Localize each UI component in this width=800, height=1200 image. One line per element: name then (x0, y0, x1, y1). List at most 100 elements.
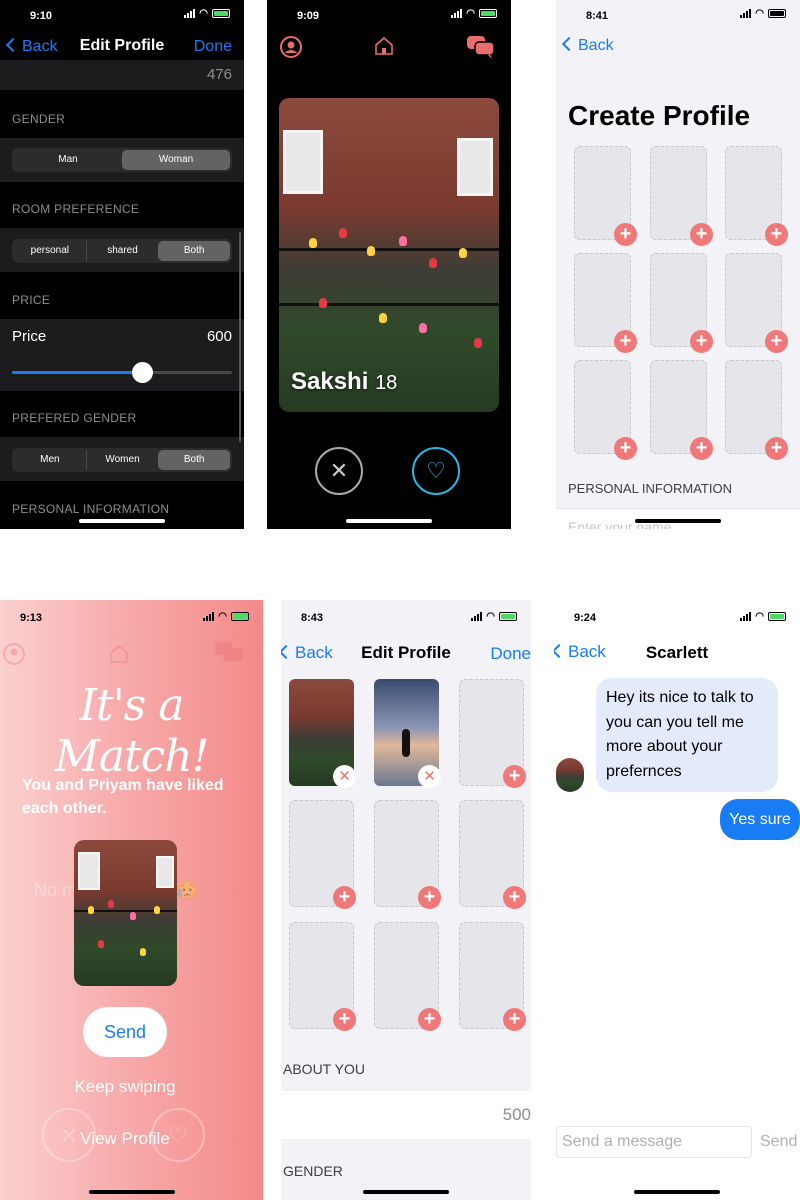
preferred-gender-section-header: PREFERED GENDER (12, 411, 137, 425)
scrollbar[interactable] (239, 232, 241, 442)
signal-icon (184, 9, 196, 18)
battery-icon (768, 612, 786, 621)
status-time: 9:09 (297, 10, 320, 22)
about-section-header: ABOUT YOU (283, 1061, 365, 1077)
signal-icon (740, 9, 752, 18)
room-section-header: ROOM PREFERENCE (12, 202, 140, 216)
personal-info-section-header: PERSONAL INFORMATION (568, 481, 732, 496)
wifi-icon: ◠ (755, 8, 764, 19)
price-slider-knob[interactable] (131, 362, 153, 383)
chevron-left-icon (561, 36, 577, 52)
status-time: 8:41 (586, 10, 609, 22)
battery-icon (479, 9, 497, 18)
segment-shared[interactable]: shared (87, 241, 159, 261)
status-bar: 8:41 ◠ (556, 0, 800, 32)
dislike-button[interactable]: ✕ (315, 447, 363, 495)
home-icon (110, 644, 128, 663)
signal-icon (203, 612, 215, 621)
signal-icon (740, 612, 752, 621)
personal-info-section-header: PERSONAL INFORMATION (12, 502, 170, 516)
gender-segmented-control[interactable]: Man Woman (12, 148, 232, 172)
status-bar: 9:09 ◠ (267, 0, 511, 32)
home-indicator (635, 519, 721, 523)
price-slider[interactable] (12, 362, 232, 383)
add-photo-icon[interactable]: + (614, 223, 637, 246)
add-photo-icon[interactable]: + (333, 1008, 356, 1031)
done-button[interactable]: Done (194, 38, 232, 56)
message-input[interactable]: Send a message (556, 1126, 752, 1158)
segment-women[interactable]: Women (87, 450, 159, 470)
heart-icon: ♡ (426, 458, 446, 483)
add-photo-icon[interactable]: + (503, 1008, 526, 1031)
home-icon[interactable] (372, 34, 396, 58)
price-label: Price (12, 328, 47, 345)
home-indicator (363, 1190, 449, 1194)
profile-photo (279, 98, 499, 412)
about-value: 500 (502, 1105, 531, 1124)
outgoing-message: Yes sure (720, 799, 800, 840)
back-button[interactable]: Back (561, 36, 614, 55)
done-button[interactable]: Done (490, 644, 531, 664)
matched-profile-photo (74, 840, 177, 986)
remove-photo-icon[interactable]: ✕ (333, 765, 356, 788)
segment-both[interactable]: Both (158, 241, 231, 261)
edit-profile-dark-screen: 9:10 ◠ Back Edit Profile Done 476 GENDER… (0, 0, 244, 529)
gender-section-header: GENDER (283, 1163, 343, 1179)
preferred-gender-segmented-control[interactable]: Men Women Both (12, 448, 232, 472)
match-screen: 9:13 ◠ No more profiles. 😥 It's a Match!… (0, 600, 263, 1200)
profile-card[interactable]: Sakshi 18 (279, 98, 499, 412)
price-section-header: PRICE (12, 293, 51, 307)
send-message-button[interactable]: Send (83, 1007, 167, 1057)
page-title: Create Profile (568, 100, 751, 131)
add-photo-icon[interactable]: + (418, 1008, 441, 1031)
add-photo-icon[interactable]: + (765, 330, 788, 353)
add-photo-icon[interactable]: + (418, 886, 441, 909)
status-bar: 9:10 ◠ (0, 0, 244, 32)
battery-icon (231, 612, 249, 621)
keep-swiping-button[interactable]: Keep swiping (0, 1077, 250, 1097)
add-photo-icon[interactable]: + (765, 437, 788, 460)
battery-icon (768, 9, 786, 18)
add-photo-icon[interactable]: + (333, 886, 356, 909)
profile-icon[interactable] (280, 36, 302, 58)
chat-icon (215, 642, 243, 661)
segment-personal[interactable]: personal (14, 241, 87, 261)
home-indicator (88, 1190, 175, 1194)
top-value: 476 (206, 66, 232, 83)
wifi-icon: ◠ (466, 8, 475, 19)
price-row: Price 600 (0, 319, 244, 391)
segment-woman[interactable]: Woman (122, 150, 230, 170)
view-profile-button[interactable]: View Profile (0, 1129, 250, 1149)
status-bar: 9:24 ◠ (554, 600, 800, 632)
add-photo-icon[interactable]: + (503, 765, 526, 788)
add-photo-icon[interactable]: + (614, 437, 637, 460)
wifi-icon: ◠ (755, 611, 764, 622)
gender-section-header: GENDER (12, 112, 66, 126)
chat-icon[interactable] (466, 34, 496, 60)
add-photo-icon[interactable]: + (690, 223, 713, 246)
segment-man[interactable]: Man (14, 150, 122, 170)
add-photo-icon[interactable]: + (503, 886, 526, 909)
battery-icon (212, 9, 230, 18)
signal-icon (471, 612, 483, 621)
add-photo-icon[interactable]: + (765, 223, 788, 246)
wifi-icon: ◠ (199, 8, 208, 19)
add-photo-icon[interactable]: + (690, 330, 713, 353)
status-time: 9:24 (574, 612, 597, 624)
home-indicator (634, 1190, 720, 1194)
add-photo-icon[interactable]: + (614, 330, 637, 353)
room-segmented-control[interactable]: personal shared Both (12, 239, 232, 263)
wifi-icon: ◠ (486, 611, 495, 622)
wifi-icon: ◠ (218, 611, 227, 622)
add-photo-icon[interactable]: + (690, 437, 713, 460)
like-button[interactable]: ♡ (412, 447, 460, 495)
profile-icon (3, 643, 25, 665)
remove-photo-icon[interactable]: ✕ (418, 765, 441, 788)
segment-men[interactable]: Men (14, 450, 87, 470)
status-time: 9:10 (30, 10, 53, 22)
about-field[interactable]: 500 (281, 1091, 531, 1139)
segment-both[interactable]: Both (158, 450, 231, 470)
profile-name: Sakshi 18 (291, 368, 398, 395)
send-button[interactable]: Send (760, 1133, 797, 1151)
status-time: 9:13 (20, 612, 43, 624)
